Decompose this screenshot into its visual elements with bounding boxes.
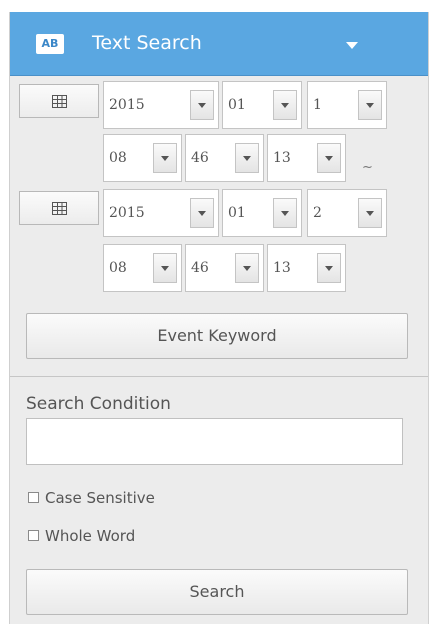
dropdown-arrow-icon[interactable] — [317, 253, 341, 283]
end-second-select[interactable]: 13 — [267, 244, 346, 292]
end-second-value: 13 — [273, 260, 291, 276]
end-hour-value: 08 — [109, 260, 127, 276]
dropdown-arrow-icon[interactable] — [273, 90, 297, 120]
whole-word-label: Whole Word — [45, 527, 136, 545]
event-keyword-button[interactable]: Event Keyword — [26, 313, 408, 359]
end-day-value: 2 — [313, 205, 322, 221]
dropdown-arrow-icon[interactable] — [273, 198, 297, 228]
end-hour-select[interactable]: 08 — [103, 244, 182, 292]
dropdown-arrow-icon[interactable] — [358, 90, 382, 120]
start-hour-select[interactable]: 08 — [103, 134, 182, 182]
search-button[interactable]: Search — [26, 569, 408, 615]
start-calendar-button[interactable] — [19, 84, 99, 118]
end-year-value: 2015 — [109, 205, 145, 221]
range-separator: ~ — [362, 160, 373, 175]
end-month-value: 01 — [228, 205, 246, 221]
dropdown-arrow-icon[interactable] — [190, 90, 214, 120]
start-minute-value: 46 — [191, 150, 209, 166]
dropdown-arrow-icon[interactable] — [153, 253, 177, 283]
end-minute-select[interactable]: 46 — [185, 244, 264, 292]
calendar-grid-icon — [52, 95, 67, 108]
start-second-value: 13 — [273, 150, 291, 166]
whole-word-checkbox[interactable] — [28, 530, 39, 541]
case-sensitive-label: Case Sensitive — [45, 489, 155, 507]
dropdown-arrow-icon[interactable] — [153, 143, 177, 173]
start-day-select[interactable]: 1 — [307, 81, 387, 129]
start-year-select[interactable]: 2015 — [103, 81, 219, 129]
panel-border-line — [428, 12, 429, 624]
start-hour-value: 08 — [109, 150, 127, 166]
search-condition-input[interactable] — [26, 418, 403, 465]
case-sensitive-checkbox[interactable] — [28, 492, 39, 503]
collapse-arrow-icon[interactable] — [346, 42, 358, 49]
start-minute-select[interactable]: 46 — [185, 134, 264, 182]
dropdown-arrow-icon[interactable] — [190, 198, 214, 228]
calendar-grid-icon — [52, 202, 67, 215]
dropdown-arrow-icon[interactable] — [235, 143, 259, 173]
dropdown-arrow-icon[interactable] — [235, 253, 259, 283]
end-month-select[interactable]: 01 — [222, 189, 302, 237]
end-day-select[interactable]: 2 — [307, 189, 387, 237]
start-day-value: 1 — [313, 97, 322, 113]
panel-header[interactable]: AB Text Search — [10, 12, 428, 76]
start-month-value: 01 — [228, 97, 246, 113]
start-year-value: 2015 — [109, 97, 145, 113]
panel-title: Text Search — [92, 32, 202, 54]
end-minute-value: 46 — [191, 260, 209, 276]
dropdown-arrow-icon[interactable] — [358, 198, 382, 228]
text-search-icon: AB — [36, 34, 64, 54]
end-calendar-button[interactable] — [19, 191, 99, 225]
start-month-select[interactable]: 01 — [222, 81, 302, 129]
search-condition-label: Search Condition — [26, 394, 171, 414]
section-divider — [10, 376, 428, 377]
text-search-panel: AB Text Search 2015 01 1 08 46 13 ~ 2015… — [9, 12, 428, 624]
start-second-select[interactable]: 13 — [267, 134, 346, 182]
end-year-select[interactable]: 2015 — [103, 189, 219, 237]
dropdown-arrow-icon[interactable] — [317, 143, 341, 173]
